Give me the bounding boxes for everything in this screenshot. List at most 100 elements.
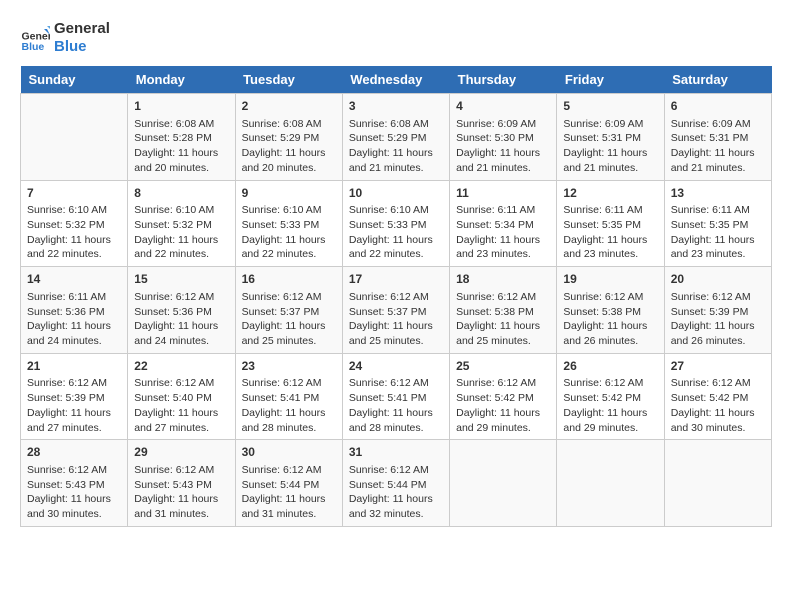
calendar-cell: 24Sunrise: 6:12 AM Sunset: 5:41 PM Dayli… — [342, 353, 449, 440]
calendar-cell: 11Sunrise: 6:11 AM Sunset: 5:34 PM Dayli… — [450, 180, 557, 267]
day-content: Sunrise: 6:12 AM Sunset: 5:41 PM Dayligh… — [349, 376, 443, 435]
calendar-cell: 3Sunrise: 6:08 AM Sunset: 5:29 PM Daylig… — [342, 94, 449, 181]
day-number: 27 — [671, 358, 765, 375]
day-content: Sunrise: 6:12 AM Sunset: 5:38 PM Dayligh… — [563, 290, 657, 349]
calendar-week-row: 14 Sunrise: 6:11 AM Sunset: 5:36 PM Dayli… — [21, 267, 772, 354]
calendar-week-row: 1 Sunrise: 6:08 AM Sunset: 5:28 PM Daylig… — [21, 94, 772, 181]
day-content: Sunrise: 6:10 AM Sunset: 5:33 PM Dayligh… — [242, 203, 336, 262]
day-content: Sunrise: 6:12 AM Sunset: 5:44 PM Dayligh… — [349, 463, 443, 522]
day-number: 30 — [242, 444, 336, 461]
day-number: 21 — [27, 358, 121, 375]
calendar-cell: 31 Sunrise: 6:12 AM Sunset: 5:44 PM Dayli… — [342, 440, 449, 527]
day-number: 24 — [349, 358, 443, 375]
day-number: 9 — [242, 185, 336, 202]
calendar-table: SundayMondayTuesdayWednesdayThursdayFrid… — [20, 66, 772, 527]
calendar-cell: 12Sunrise: 6:11 AM Sunset: 5:35 PM Dayli… — [557, 180, 664, 267]
day-content: Sunrise: 6:12 AM Sunset: 5:39 PM Dayligh… — [27, 376, 121, 435]
day-content: Sunrise: 6:11 AM Sunset: 5:35 PM Dayligh… — [563, 203, 657, 262]
header-thursday: Thursday — [450, 66, 557, 94]
calendar-cell: 4 Sunrise: 6:09 AM Sunset: 5:30 PM Daylig… — [450, 94, 557, 181]
day-content: Sunrise: 6:10 AM Sunset: 5:32 PM Dayligh… — [27, 203, 121, 262]
calendar-cell — [664, 440, 771, 527]
day-number: 11 — [456, 185, 550, 202]
day-content: Sunrise: 6:12 AM Sunset: 5:41 PM Dayligh… — [242, 376, 336, 435]
calendar-cell: 23Sunrise: 6:12 AM Sunset: 5:41 PM Dayli… — [235, 353, 342, 440]
header-friday: Friday — [557, 66, 664, 94]
calendar-cell: 15 Sunrise: 6:12 AM Sunset: 5:36 PM Dayli… — [128, 267, 235, 354]
calendar-cell: 9Sunrise: 6:10 AM Sunset: 5:33 PM Daylig… — [235, 180, 342, 267]
day-content: Sunrise: 6:08 AM Sunset: 5:29 PM Dayligh… — [242, 117, 336, 176]
day-number: 31 — [349, 444, 443, 461]
day-content: Sunrise: 6:09 AM Sunset: 5:31 PM Dayligh… — [671, 117, 765, 176]
header-tuesday: Tuesday — [235, 66, 342, 94]
day-content: Sunrise: 6:10 AM Sunset: 5:33 PM Dayligh… — [349, 203, 443, 262]
day-number: 23 — [242, 358, 336, 375]
calendar-cell — [557, 440, 664, 527]
calendar-cell: 26Sunrise: 6:12 AM Sunset: 5:42 PM Dayli… — [557, 353, 664, 440]
day-number: 8 — [134, 185, 228, 202]
day-number: 4 — [456, 98, 550, 115]
calendar-cell: 22Sunrise: 6:12 AM Sunset: 5:40 PM Dayli… — [128, 353, 235, 440]
svg-text:Blue: Blue — [22, 41, 45, 53]
calendar-cell: 18 Sunrise: 6:12 AM Sunset: 5:38 PM Dayli… — [450, 267, 557, 354]
header-monday: Monday — [128, 66, 235, 94]
header-saturday: Saturday — [664, 66, 771, 94]
day-number: 20 — [671, 271, 765, 288]
day-content: Sunrise: 6:12 AM Sunset: 5:38 PM Dayligh… — [456, 290, 550, 349]
calendar-cell: 5 Sunrise: 6:09 AM Sunset: 5:31 PM Daylig… — [557, 94, 664, 181]
day-content: Sunrise: 6:12 AM Sunset: 5:37 PM Dayligh… — [242, 290, 336, 349]
day-content: Sunrise: 6:12 AM Sunset: 5:37 PM Dayligh… — [349, 290, 443, 349]
day-content: Sunrise: 6:11 AM Sunset: 5:34 PM Dayligh… — [456, 203, 550, 262]
day-content: Sunrise: 6:08 AM Sunset: 5:28 PM Dayligh… — [134, 117, 228, 176]
day-content: Sunrise: 6:12 AM Sunset: 5:42 PM Dayligh… — [563, 376, 657, 435]
day-number: 14 — [27, 271, 121, 288]
day-content: Sunrise: 6:12 AM Sunset: 5:43 PM Dayligh… — [27, 463, 121, 522]
calendar-cell: 25Sunrise: 6:12 AM Sunset: 5:42 PM Dayli… — [450, 353, 557, 440]
day-number: 5 — [563, 98, 657, 115]
page-header: General Blue General Blue — [20, 20, 772, 56]
day-number: 6 — [671, 98, 765, 115]
logo-icon: General Blue — [20, 23, 50, 53]
day-number: 1 — [134, 98, 228, 115]
day-number: 18 — [456, 271, 550, 288]
day-number: 15 — [134, 271, 228, 288]
calendar-cell — [21, 94, 128, 181]
calendar-cell: 30 Sunrise: 6:12 AM Sunset: 5:44 PM Dayli… — [235, 440, 342, 527]
header-sunday: Sunday — [21, 66, 128, 94]
calendar-cell: 17Sunrise: 6:12 AM Sunset: 5:37 PM Dayli… — [342, 267, 449, 354]
calendar-cell — [450, 440, 557, 527]
day-number: 28 — [27, 444, 121, 461]
calendar-week-row: 28 Sunrise: 6:12 AM Sunset: 5:43 PM Dayli… — [21, 440, 772, 527]
calendar-cell: 19Sunrise: 6:12 AM Sunset: 5:38 PM Dayli… — [557, 267, 664, 354]
day-content: Sunrise: 6:12 AM Sunset: 5:43 PM Dayligh… — [134, 463, 228, 522]
day-content: Sunrise: 6:12 AM Sunset: 5:42 PM Dayligh… — [456, 376, 550, 435]
day-number: 13 — [671, 185, 765, 202]
day-content: Sunrise: 6:12 AM Sunset: 5:36 PM Dayligh… — [134, 290, 228, 349]
header-wednesday: Wednesday — [342, 66, 449, 94]
day-content: Sunrise: 6:11 AM Sunset: 5:36 PM Dayligh… — [27, 290, 121, 349]
calendar-cell: 8Sunrise: 6:10 AM Sunset: 5:32 PM Daylig… — [128, 180, 235, 267]
calendar-cell: 16 Sunrise: 6:12 AM Sunset: 5:37 PM Dayli… — [235, 267, 342, 354]
day-number: 25 — [456, 358, 550, 375]
day-content: Sunrise: 6:11 AM Sunset: 5:35 PM Dayligh… — [671, 203, 765, 262]
day-number: 3 — [349, 98, 443, 115]
day-content: Sunrise: 6:12 AM Sunset: 5:44 PM Dayligh… — [242, 463, 336, 522]
calendar-cell: 10Sunrise: 6:10 AM Sunset: 5:33 PM Dayli… — [342, 180, 449, 267]
calendar-cell: 2 Sunrise: 6:08 AM Sunset: 5:29 PM Daylig… — [235, 94, 342, 181]
day-content: Sunrise: 6:09 AM Sunset: 5:30 PM Dayligh… — [456, 117, 550, 176]
logo: General Blue General Blue — [20, 20, 110, 56]
logo-text-general: General — [54, 20, 110, 38]
day-content: Sunrise: 6:09 AM Sunset: 5:31 PM Dayligh… — [563, 117, 657, 176]
day-number: 29 — [134, 444, 228, 461]
calendar-cell: 20Sunrise: 6:12 AM Sunset: 5:39 PM Dayli… — [664, 267, 771, 354]
calendar-header-row: SundayMondayTuesdayWednesdayThursdayFrid… — [21, 66, 772, 94]
day-number: 2 — [242, 98, 336, 115]
day-content: Sunrise: 6:12 AM Sunset: 5:40 PM Dayligh… — [134, 376, 228, 435]
calendar-cell: 14 Sunrise: 6:11 AM Sunset: 5:36 PM Dayli… — [21, 267, 128, 354]
day-content: Sunrise: 6:12 AM Sunset: 5:42 PM Dayligh… — [671, 376, 765, 435]
calendar-cell: 21Sunrise: 6:12 AM Sunset: 5:39 PM Dayli… — [21, 353, 128, 440]
calendar-cell: 13Sunrise: 6:11 AM Sunset: 5:35 PM Dayli… — [664, 180, 771, 267]
calendar-week-row: 7Sunrise: 6:10 AM Sunset: 5:32 PM Daylig… — [21, 180, 772, 267]
day-number: 16 — [242, 271, 336, 288]
calendar-cell: 29 Sunrise: 6:12 AM Sunset: 5:43 PM Dayli… — [128, 440, 235, 527]
